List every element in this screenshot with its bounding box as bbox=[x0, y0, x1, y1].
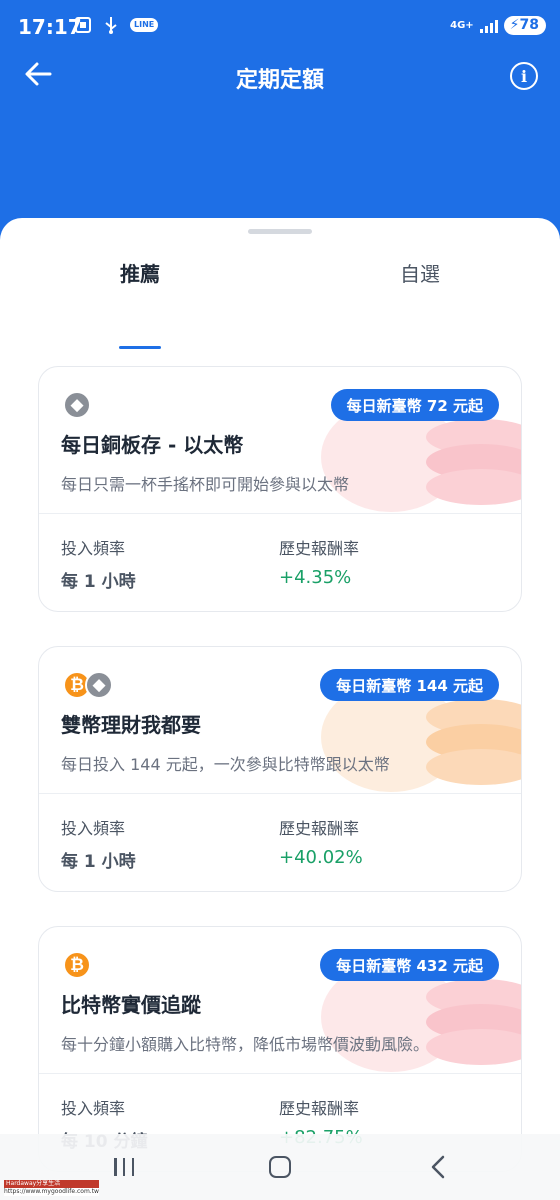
app-header: 17:17 LINE 4G+ ⚡78 定期定額 i bbox=[0, 0, 560, 240]
plan-card-dual-coin[interactable]: ₿ ◆ 每日新臺幣 144 元起 雙幣理財我都要 每日投入 144 元起，一次參… bbox=[38, 646, 522, 892]
min-amount-badge: 每日新臺幣 432 元起 bbox=[320, 949, 499, 981]
rate-label: 歷史報酬率 bbox=[279, 539, 360, 558]
battery-level: 78 bbox=[519, 17, 539, 33]
watermark-line1: Hardaway分享生活 bbox=[4, 1180, 99, 1188]
freq-label: 投入頻率 bbox=[61, 819, 126, 838]
freq-value: 每 1 小時 bbox=[61, 572, 136, 592]
freq-label: 投入頻率 bbox=[61, 539, 126, 558]
screenshot-icon bbox=[75, 17, 91, 33]
min-amount-badge: 每日新臺幣 72 元起 bbox=[330, 389, 499, 421]
tab-bar: 推薦 自選 bbox=[0, 258, 560, 349]
card-title: 雙幣理財我都要 bbox=[61, 713, 201, 737]
tab-custom[interactable]: 自選 bbox=[320, 258, 520, 287]
rate-label: 歷史報酬率 bbox=[279, 819, 360, 838]
watermark-line2: https://www.mygoodlife.com.tw bbox=[4, 1188, 99, 1195]
divider bbox=[39, 793, 521, 794]
card-description: 每十分鐘小額購入比特幣，降低市場幣價波動風險。 bbox=[61, 1035, 430, 1054]
signal-icon bbox=[479, 19, 498, 33]
card-description: 每日投入 144 元起，一次參與比特幣跟以太幣 bbox=[61, 755, 390, 774]
card-description: 每日只需一杯手搖杯即可開始參與以太幣 bbox=[61, 475, 350, 494]
page-title: 定期定額 bbox=[235, 68, 324, 93]
active-tab-indicator bbox=[119, 346, 161, 349]
freq-value: 每 1 小時 bbox=[61, 852, 136, 872]
watermark: Hardaway分享生活 https://www.mygoodlife.com.… bbox=[4, 1180, 99, 1196]
battery-indicator: ⚡78 bbox=[503, 16, 546, 36]
plan-card-eth-daily[interactable]: ◆ 每日新臺幣 72 元起 每日銅板存 - 以太幣 每日只需一杯手搖杯即可開始參… bbox=[38, 366, 522, 612]
card-title: 每日銅板存 - 以太幣 bbox=[61, 433, 244, 457]
home-icon[interactable] bbox=[269, 1156, 291, 1178]
divider bbox=[39, 513, 521, 514]
notification-icons: LINE bbox=[74, 16, 159, 34]
coin-icons: ◆ bbox=[63, 391, 91, 419]
ethereum-icon: ◆ bbox=[63, 391, 91, 419]
network-type: 4G+ bbox=[450, 19, 474, 31]
usb-icon bbox=[105, 17, 117, 34]
coin-icons: ₿ bbox=[63, 951, 91, 979]
freq-label: 投入頻率 bbox=[61, 1099, 126, 1118]
recents-icon[interactable] bbox=[114, 1158, 134, 1176]
bitcoin-icon: ₿ bbox=[63, 951, 91, 979]
line-app-icon: LINE bbox=[130, 18, 159, 32]
coin-icons: ₿ ◆ bbox=[63, 671, 113, 699]
status-bar: 17:17 LINE 4G+ ⚡78 bbox=[0, 0, 560, 52]
rate-value: +40.02% bbox=[279, 847, 363, 868]
rate-value: +4.35% bbox=[279, 567, 352, 588]
info-icon[interactable]: i bbox=[510, 62, 538, 90]
nav-back-icon[interactable] bbox=[428, 1154, 448, 1180]
min-amount-badge: 每日新臺幣 144 元起 bbox=[320, 669, 499, 701]
content-sheet: 推薦 自選 ◆ 每日新臺幣 72 元起 每日銅板存 - 以太幣 每日只需一杯手搖… bbox=[0, 218, 560, 1200]
rate-label: 歷史報酬率 bbox=[279, 1099, 360, 1118]
sheet-drag-handle[interactable] bbox=[248, 229, 312, 234]
status-time: 17:17 bbox=[18, 15, 82, 39]
tab-recommended[interactable]: 推薦 bbox=[40, 258, 240, 287]
ethereum-icon: ◆ bbox=[85, 671, 113, 699]
system-indicators: 4G+ ⚡78 bbox=[450, 16, 546, 36]
card-title: 比特幣實價追蹤 bbox=[61, 993, 201, 1017]
divider bbox=[39, 1073, 521, 1074]
